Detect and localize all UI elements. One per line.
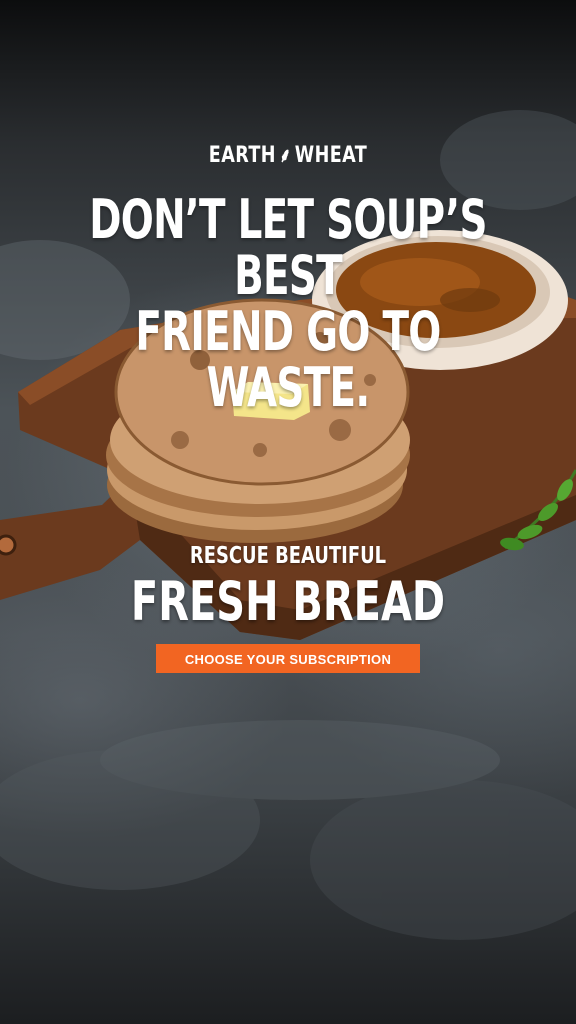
brand-name-right: WHEAT <box>294 143 368 168</box>
headline-line-2: FRIEND GO TO WASTE. <box>135 300 441 419</box>
headline-line-1: DON’T LET SOUP’S BEST <box>89 188 487 307</box>
brand-name-left: EARTH <box>208 143 276 168</box>
choose-subscription-button[interactable]: CHOOSE YOUR SUBSCRIPTION <box>156 644 420 673</box>
ad-stage: EARTH ⸙ WHEAT DON’T LET SOUP’S BEST FRIEND… <box>0 0 576 1024</box>
subheadline-large: FRESH BREAD <box>130 570 446 633</box>
subheadline-small: RESCUE BEAUTIFUL <box>189 543 387 569</box>
headline: DON’T LET SOUP’S BEST FRIEND GO TO WASTE… <box>81 192 496 416</box>
brand-logo: EARTH ⸙ WHEAT <box>58 141 519 168</box>
wheat-icon: ⸙ <box>279 143 292 167</box>
